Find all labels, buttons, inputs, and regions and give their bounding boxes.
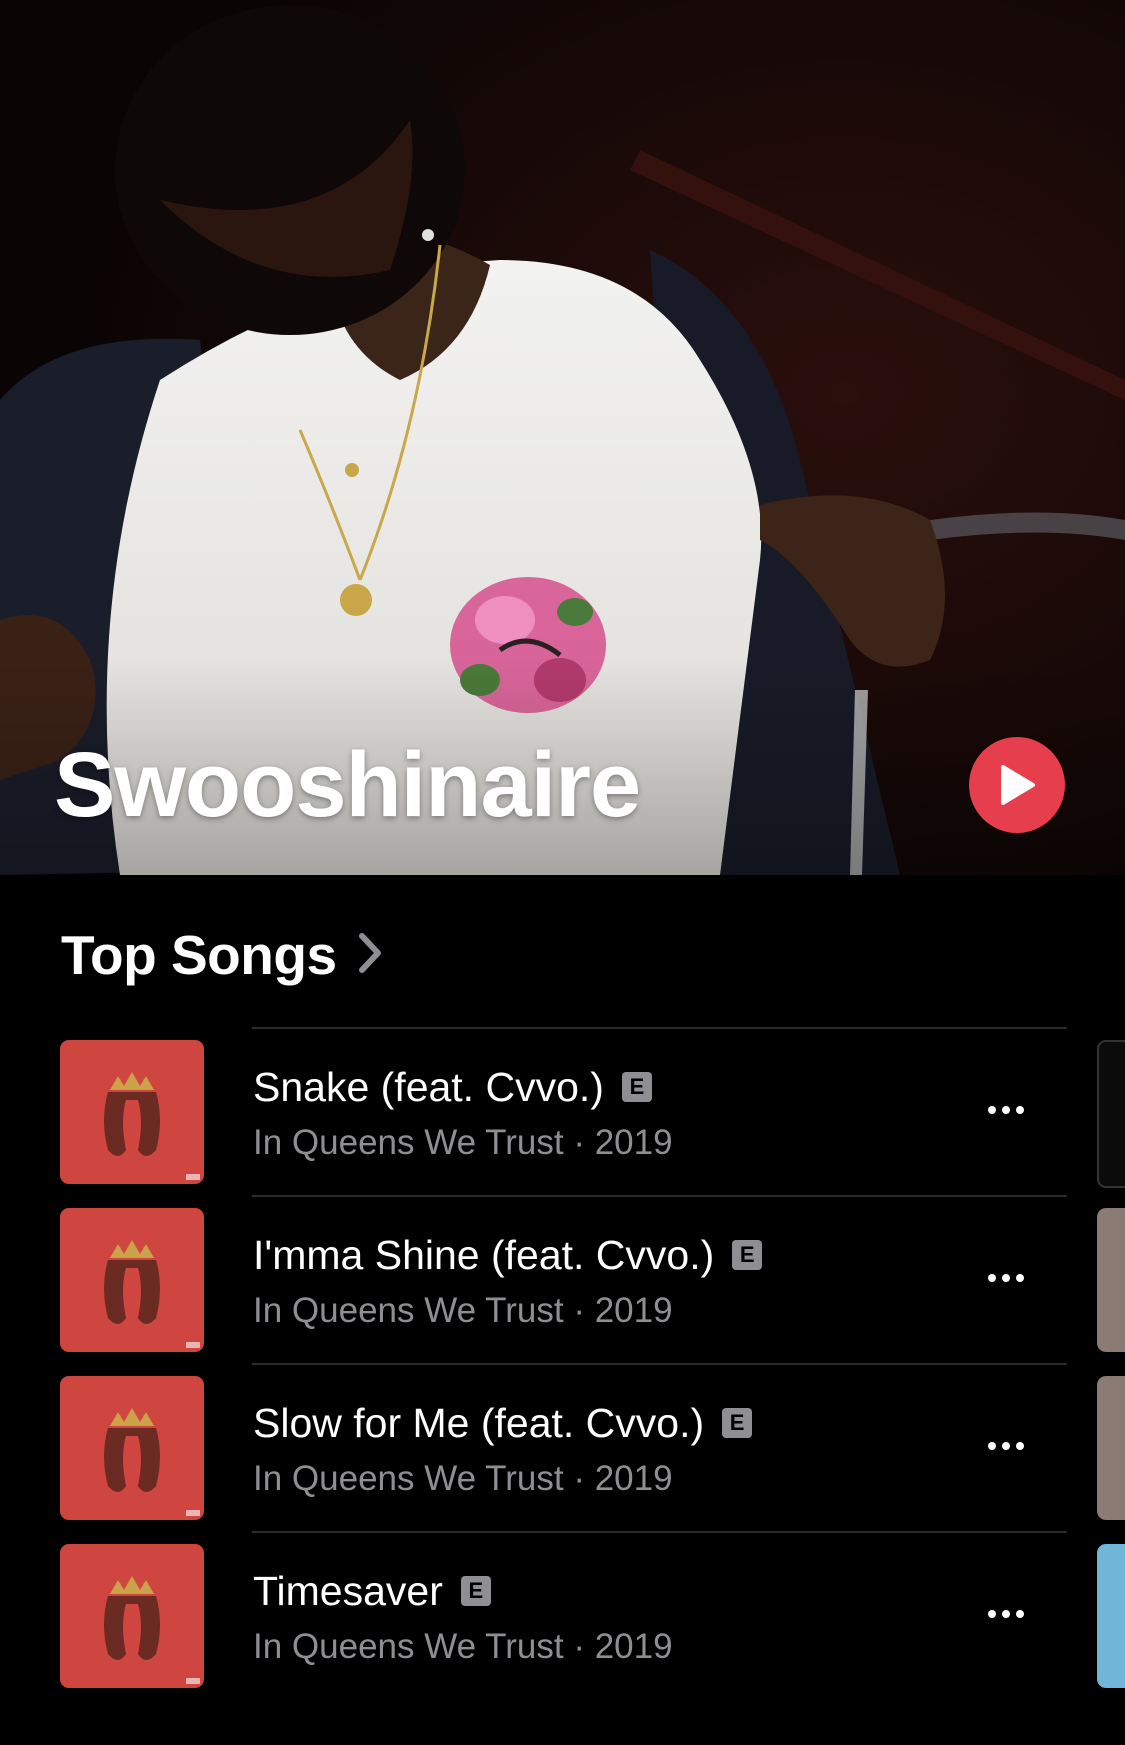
album-artwork <box>60 1376 204 1520</box>
album-artwork <box>60 1208 204 1352</box>
song-row[interactable]: I'mma Shine (feat. Cvvo.) E In Queens We… <box>0 1195 1125 1363</box>
song-title-line: Snake (feat. Cvvo.) E <box>253 1062 652 1112</box>
explicit-badge: E <box>621 1072 652 1102</box>
song-row[interactable]: Timesaver E In Queens We Trust · 2019 <box>0 1531 1125 1699</box>
row-divider <box>252 1531 1067 1533</box>
ellipsis-icon <box>985 1437 1027 1455</box>
ellipsis-icon <box>985 1269 1027 1287</box>
more-options-button[interactable] <box>966 1253 1046 1303</box>
song-title: Timesaver <box>253 1567 443 1614</box>
explicit-badge: E <box>722 1408 753 1438</box>
more-options-button[interactable] <box>966 1421 1046 1471</box>
next-column-artwork <box>1097 1376 1125 1520</box>
top-songs-header[interactable]: Top Songs <box>61 920 383 990</box>
more-options-button[interactable] <box>966 1085 1046 1135</box>
section-title: Top Songs <box>61 924 337 986</box>
ellipsis-icon <box>985 1101 1027 1119</box>
explicit-badge: E <box>732 1240 763 1270</box>
next-column-artwork <box>1097 1040 1125 1188</box>
song-title-line: I'mma Shine (feat. Cvvo.) E <box>253 1230 763 1280</box>
album-artwork <box>60 1544 204 1688</box>
top-songs-list: Snake (feat. Cvvo.) E In Queens We Trust… <box>0 1027 1125 1699</box>
row-divider <box>252 1195 1067 1197</box>
play-icon <box>1001 765 1035 805</box>
more-options-button[interactable] <box>966 1589 1046 1639</box>
song-row[interactable]: Snake (feat. Cvvo.) E In Queens We Trust… <box>0 1027 1125 1195</box>
song-subtitle: In Queens We Trust · 2019 <box>253 1123 673 1162</box>
explicit-badge: E <box>460 1576 491 1606</box>
song-subtitle: In Queens We Trust · 2019 <box>253 1291 673 1330</box>
chevron-right-icon <box>357 932 383 979</box>
artist-name: Swooshinaire <box>54 734 641 836</box>
artist-hero: Swooshinaire <box>0 0 1125 875</box>
song-title: Slow for Me (feat. Cvvo.) <box>253 1399 705 1446</box>
next-column-artwork <box>1097 1544 1125 1688</box>
ellipsis-icon <box>985 1605 1027 1623</box>
play-button[interactable] <box>969 737 1065 833</box>
song-title: Snake (feat. Cvvo.) <box>253 1063 604 1110</box>
album-artwork <box>60 1040 204 1184</box>
song-title-line: Timesaver E <box>253 1566 491 1616</box>
next-column-artwork <box>1097 1208 1125 1352</box>
song-subtitle: In Queens We Trust · 2019 <box>253 1627 673 1666</box>
song-title-line: Slow for Me (feat. Cvvo.) E <box>253 1398 753 1448</box>
row-divider <box>252 1027 1067 1029</box>
song-subtitle: In Queens We Trust · 2019 <box>253 1459 673 1498</box>
song-row[interactable]: Slow for Me (feat. Cvvo.) E In Queens We… <box>0 1363 1125 1531</box>
row-divider <box>252 1363 1067 1365</box>
song-title: I'mma Shine (feat. Cvvo.) <box>253 1231 715 1278</box>
